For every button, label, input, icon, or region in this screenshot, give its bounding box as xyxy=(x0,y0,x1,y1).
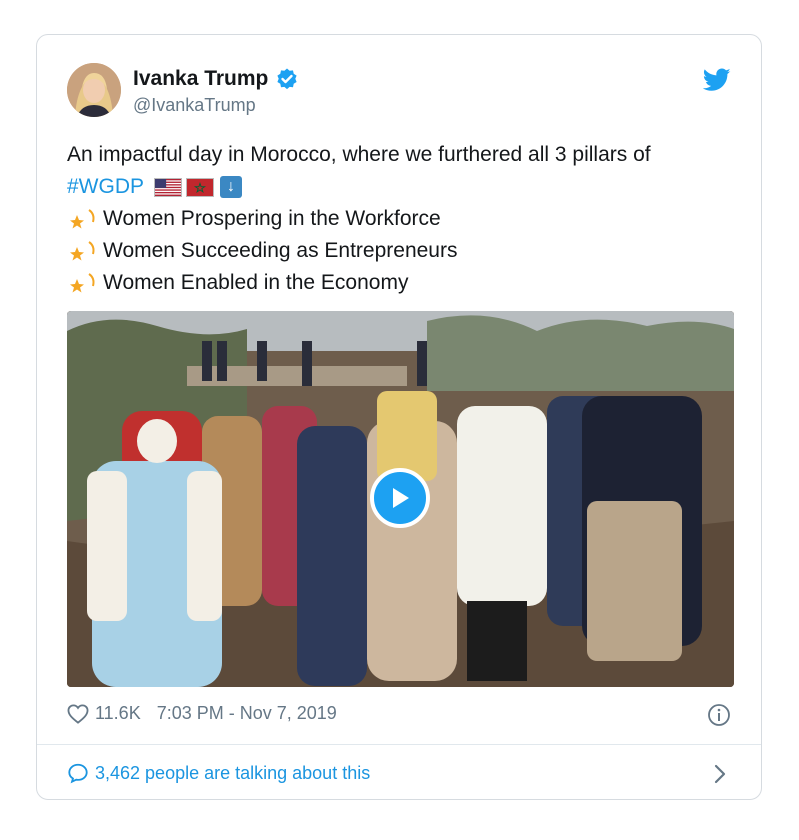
verified-badge-icon xyxy=(277,68,297,90)
chevron-right-icon[interactable] xyxy=(713,764,727,784)
morocco-flag-icon xyxy=(186,177,215,197)
down-arrow-icon: ↓ xyxy=(220,176,243,198)
author-name-row: Ivanka Trump xyxy=(133,67,299,91)
conversation-link[interactable]: 3,462 people are talking about this xyxy=(67,762,370,784)
like-count[interactable]: 11.6K xyxy=(95,703,141,724)
tweet-meta-row: 11.6K 7:03 PM - Nov 7, 2019 xyxy=(67,703,337,724)
heart-icon[interactable] xyxy=(67,703,89,724)
dizzy-star-icon xyxy=(70,273,95,293)
tweet-timestamp[interactable]: 7:03 PM - Nov 7, 2019 xyxy=(157,703,337,724)
comment-icon xyxy=(68,763,88,784)
conversation-text[interactable]: 3,462 people are talking about this xyxy=(95,763,370,784)
tweet-hashtag-line: #WGDP ↓ xyxy=(67,171,747,203)
profile-avatar[interactable] xyxy=(67,63,121,117)
bullet-text: Women Prospering in the Workforce xyxy=(103,207,441,230)
tweet-intro-text: An impactful day in Morocco, where we fu… xyxy=(67,143,651,166)
tweet-text: An impactful day in Morocco, where we fu… xyxy=(67,139,747,299)
hashtag-link[interactable]: #WGDP xyxy=(67,171,144,203)
tweet-text-line: An impactful day in Morocco, where we fu… xyxy=(67,139,747,171)
play-icon xyxy=(393,488,409,508)
bullet-line: Women Succeeding as Entrepreneurs xyxy=(67,235,747,267)
dizzy-star-icon xyxy=(70,209,95,229)
play-button[interactable] xyxy=(370,468,430,528)
bullet-line: Women Enabled in the Economy xyxy=(67,267,747,299)
author-handle[interactable]: @IvankaTrump xyxy=(133,95,256,116)
video-media[interactable] xyxy=(67,311,734,687)
info-icon[interactable] xyxy=(707,703,731,727)
author-display-name[interactable]: Ivanka Trump xyxy=(133,67,268,91)
twitter-bird-icon[interactable] xyxy=(703,68,731,92)
us-flag-icon xyxy=(154,177,183,197)
divider xyxy=(37,744,761,745)
dizzy-star-icon xyxy=(70,241,95,261)
bullet-text: Women Succeeding as Entrepreneurs xyxy=(103,239,458,262)
tweet-card: Ivanka Trump @IvankaTrump An impactful d… xyxy=(36,34,762,800)
bullet-line: Women Prospering in the Workforce xyxy=(67,203,747,235)
bullet-text: Women Enabled in the Economy xyxy=(103,271,409,294)
